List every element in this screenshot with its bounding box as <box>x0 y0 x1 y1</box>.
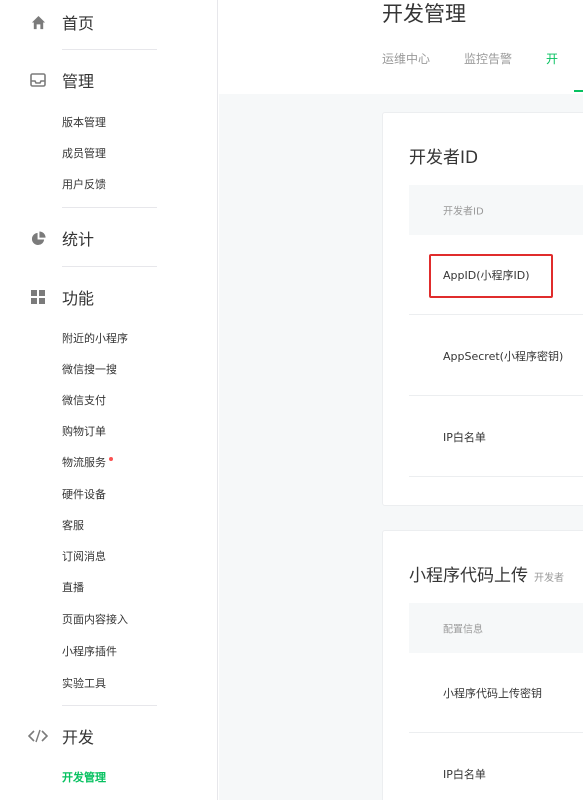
ip-whitelist-label: IP白名单 <box>443 430 486 444</box>
sidebar-item-hardware[interactable]: 硬件设备 <box>62 487 106 503</box>
table-row: IP白名单 <box>409 734 583 800</box>
sidebar-dev-label: 开发 <box>62 728 95 747</box>
divider <box>62 266 157 267</box>
table-row: IP白名单 <box>409 397 583 477</box>
active-tab-indicator <box>574 90 583 92</box>
notification-dot <box>109 457 113 461</box>
tab-ops-center[interactable]: 运维中心 <box>382 50 430 67</box>
table-header: 配置信息 <box>409 603 583 653</box>
divider <box>62 49 157 50</box>
card-subtitle: 开发者 <box>534 573 564 584</box>
sidebar-item-pay[interactable]: 微信支付 <box>62 393 106 409</box>
appsecret-label: AppSecret(小程序密钥) <box>443 349 564 363</box>
tab-monitoring[interactable]: 监控告警 <box>464 50 512 67</box>
sidebar: 首页 管理 版本管理 成员管理 用户反馈 统计 功能 附近的小程序 微信搜一搜 … <box>0 0 218 800</box>
divider <box>62 207 157 208</box>
appid-label: AppID(小程序ID) <box>443 268 530 282</box>
sidebar-item-service[interactable]: 客服 <box>62 518 84 534</box>
sidebar-item-search[interactable]: 微信搜一搜 <box>62 362 117 378</box>
card-title: 开发者ID <box>409 148 479 168</box>
divider <box>62 705 157 706</box>
sidebar-item-subscribe[interactable]: 订阅消息 <box>62 549 106 565</box>
upload-key-label: 小程序代码上传密钥 <box>443 686 542 700</box>
card-title-text: 小程序代码上传 <box>409 566 528 586</box>
sidebar-item-lab[interactable]: 实验工具 <box>62 676 106 692</box>
inbox-icon <box>30 72 46 88</box>
sidebar-dev[interactable]: 开发 <box>0 721 218 751</box>
sidebar-item-members[interactable]: 成员管理 <box>62 146 106 162</box>
sidebar-item-version[interactable]: 版本管理 <box>62 115 106 131</box>
table-header: 开发者ID <box>409 185 583 235</box>
ip-whitelist-label: IP白名单 <box>443 767 486 781</box>
table-header-label: 开发者ID <box>443 206 484 218</box>
sidebar-item-nearby[interactable]: 附近的小程序 <box>62 331 128 347</box>
sidebar-item-logistics-label: 物流服务 <box>62 456 106 469</box>
code-upload-card: 小程序代码上传 开发者 配置信息 小程序代码上传密钥 IP白名单 <box>382 530 583 800</box>
sidebar-manage[interactable]: 管理 <box>0 65 218 95</box>
sidebar-item-feedback[interactable]: 用户反馈 <box>62 177 106 193</box>
sidebar-home-label: 首页 <box>62 14 95 33</box>
sidebar-item-plugins[interactable]: 小程序插件 <box>62 644 117 660</box>
table-row: AppID(小程序ID) <box>409 235 583 315</box>
sidebar-features-label: 功能 <box>62 289 95 308</box>
pie-chart-icon <box>30 230 46 246</box>
sidebar-features[interactable]: 功能 <box>0 282 218 312</box>
sidebar-home[interactable]: 首页 <box>0 7 218 37</box>
sidebar-item-orders[interactable]: 购物订单 <box>62 424 106 440</box>
table-row: 小程序代码上传密钥 <box>409 653 583 733</box>
table-row: AppSecret(小程序密钥) <box>409 316 583 396</box>
sidebar-manage-label: 管理 <box>62 72 95 91</box>
sidebar-item-dev-manage[interactable]: 开发管理 <box>62 770 106 786</box>
table-header-label: 配置信息 <box>443 624 483 636</box>
tab-dev-settings[interactable]: 开 <box>546 50 558 67</box>
sidebar-stats-label: 统计 <box>62 230 95 249</box>
page-title: 开发管理 <box>382 2 466 26</box>
main-content: 开发管理 运维中心 监控告警 开 开发者ID 开发者ID AppID(小程序ID… <box>219 0 583 800</box>
tab-bar: 运维中心 监控告警 开 <box>382 50 558 67</box>
sidebar-stats[interactable]: 统计 <box>0 223 218 253</box>
sidebar-item-logistics[interactable]: 物流服务 <box>62 455 113 471</box>
code-icon <box>28 728 48 744</box>
home-icon <box>30 14 46 30</box>
developer-id-card: 开发者ID 开发者ID AppID(小程序ID) AppSecret(小程序密钥… <box>382 112 583 506</box>
grid-icon <box>30 289 46 305</box>
sidebar-item-live[interactable]: 直播 <box>62 580 84 596</box>
card-title: 小程序代码上传 开发者 <box>409 561 564 586</box>
sidebar-item-content[interactable]: 页面内容接入 <box>62 612 128 628</box>
